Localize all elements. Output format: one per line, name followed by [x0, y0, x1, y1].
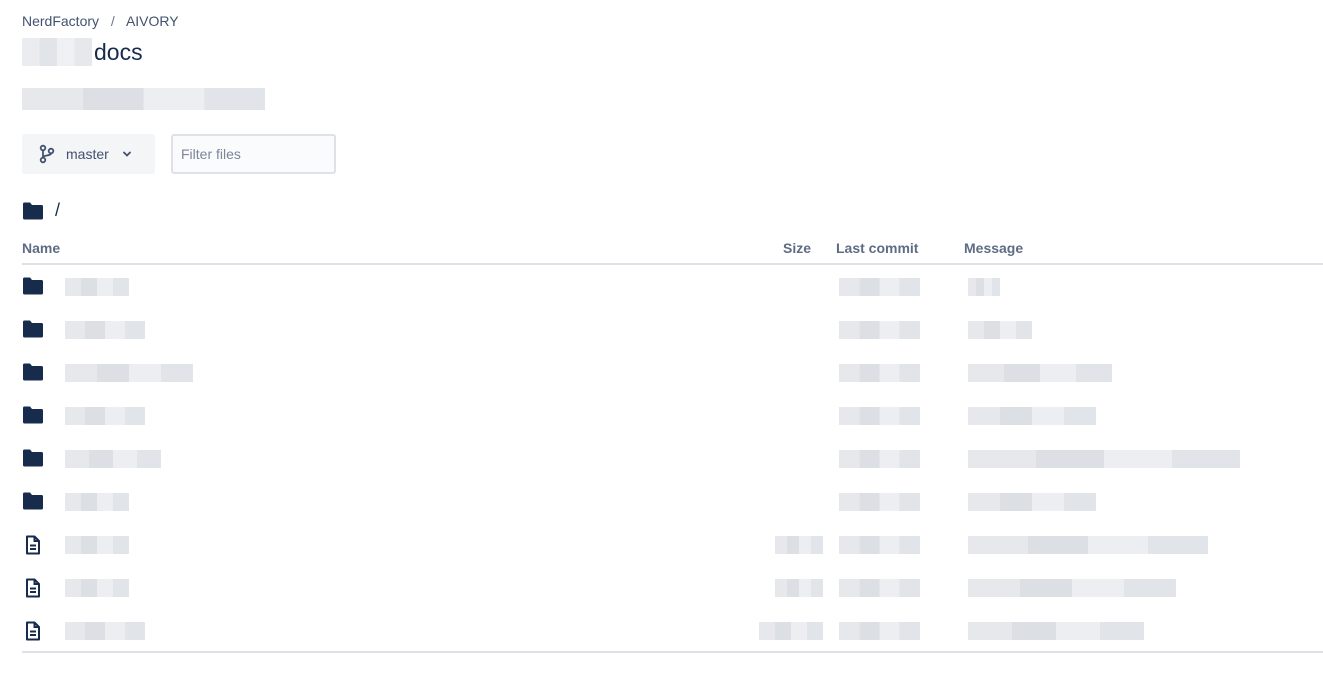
redacted-file-name[interactable] — [65, 321, 145, 339]
redacted-commit-message — [968, 579, 1176, 597]
folder-icon — [22, 405, 44, 427]
redacted-last-commit — [839, 493, 920, 511]
table-row[interactable] — [22, 523, 1323, 566]
table-row[interactable] — [22, 394, 1323, 437]
breadcrumb-separator: / — [110, 13, 115, 29]
breadcrumb: NerdFactory / AIVORY — [22, 13, 179, 29]
table-row[interactable] — [22, 308, 1323, 351]
redacted-commit-message — [968, 536, 1208, 554]
breadcrumb-project-link[interactable]: AIVORY — [126, 13, 179, 29]
redacted-file-name[interactable] — [65, 536, 129, 554]
redacted-last-commit — [839, 364, 920, 382]
table-row[interactable] — [22, 265, 1323, 308]
redacted-commit-message — [968, 278, 1000, 296]
folder-icon — [22, 319, 44, 341]
redacted-repo-prefix — [22, 38, 92, 66]
filter-files-input[interactable] — [171, 134, 336, 174]
table-row[interactable] — [22, 351, 1323, 394]
redacted-file-size — [775, 536, 823, 554]
current-path: / — [22, 200, 60, 221]
redacted-last-commit — [839, 278, 920, 296]
redacted-file-name[interactable] — [65, 364, 193, 382]
redacted-file-size — [775, 579, 823, 597]
redacted-file-name[interactable] — [65, 579, 129, 597]
redacted-last-commit — [839, 450, 920, 468]
file-icon — [22, 620, 44, 642]
table-body — [22, 265, 1323, 652]
redacted-file-name[interactable] — [65, 450, 161, 468]
path-text: / — [55, 200, 61, 220]
header-message: Message — [964, 240, 1024, 256]
table-row[interactable] — [22, 437, 1323, 480]
redacted-commit-message — [968, 321, 1032, 339]
redacted-last-commit — [839, 407, 920, 425]
redacted-commit-message — [968, 622, 1144, 640]
redacted-file-name[interactable] — [65, 407, 145, 425]
header-name: Name — [22, 240, 61, 256]
chevron-down-icon — [121, 148, 133, 160]
table-row[interactable] — [22, 609, 1323, 652]
branch-name: master — [66, 146, 109, 162]
branch-selector-button[interactable]: master — [22, 134, 155, 174]
folder-icon — [22, 362, 44, 384]
redacted-last-commit — [839, 321, 920, 339]
redacted-commit-message — [968, 407, 1096, 425]
header-size: Size — [783, 240, 812, 256]
redacted-commit-message — [968, 493, 1096, 511]
table-row[interactable] — [22, 480, 1323, 523]
table-header: Name Size Last commit Message — [22, 236, 1323, 265]
redacted-last-commit — [839, 536, 920, 554]
table-bottom-divider — [22, 651, 1323, 653]
redacted-last-commit — [839, 579, 920, 597]
redacted-file-name[interactable] — [65, 493, 129, 511]
page-title: docs — [22, 38, 143, 66]
redacted-commit-message — [968, 450, 1240, 468]
folder-icon — [22, 448, 44, 470]
header-last-commit: Last commit — [836, 240, 919, 256]
breadcrumb-owner-link[interactable]: NerdFactory — [22, 13, 99, 29]
redacted-file-name[interactable] — [65, 622, 145, 640]
redacted-file-size — [759, 622, 823, 640]
folder-icon — [22, 491, 44, 513]
folder-icon — [22, 201, 44, 221]
table-row[interactable] — [22, 566, 1323, 609]
file-icon — [22, 577, 44, 599]
redacted-repo-description — [22, 88, 265, 110]
branch-icon — [38, 144, 56, 164]
redacted-file-name[interactable] — [65, 278, 129, 296]
file-table: Name Size Last commit Message — [22, 236, 1323, 652]
redacted-commit-message — [968, 364, 1112, 382]
redacted-last-commit — [839, 622, 920, 640]
repo-name-suffix: docs — [94, 38, 143, 65]
folder-icon — [22, 276, 44, 298]
file-icon — [22, 534, 44, 556]
